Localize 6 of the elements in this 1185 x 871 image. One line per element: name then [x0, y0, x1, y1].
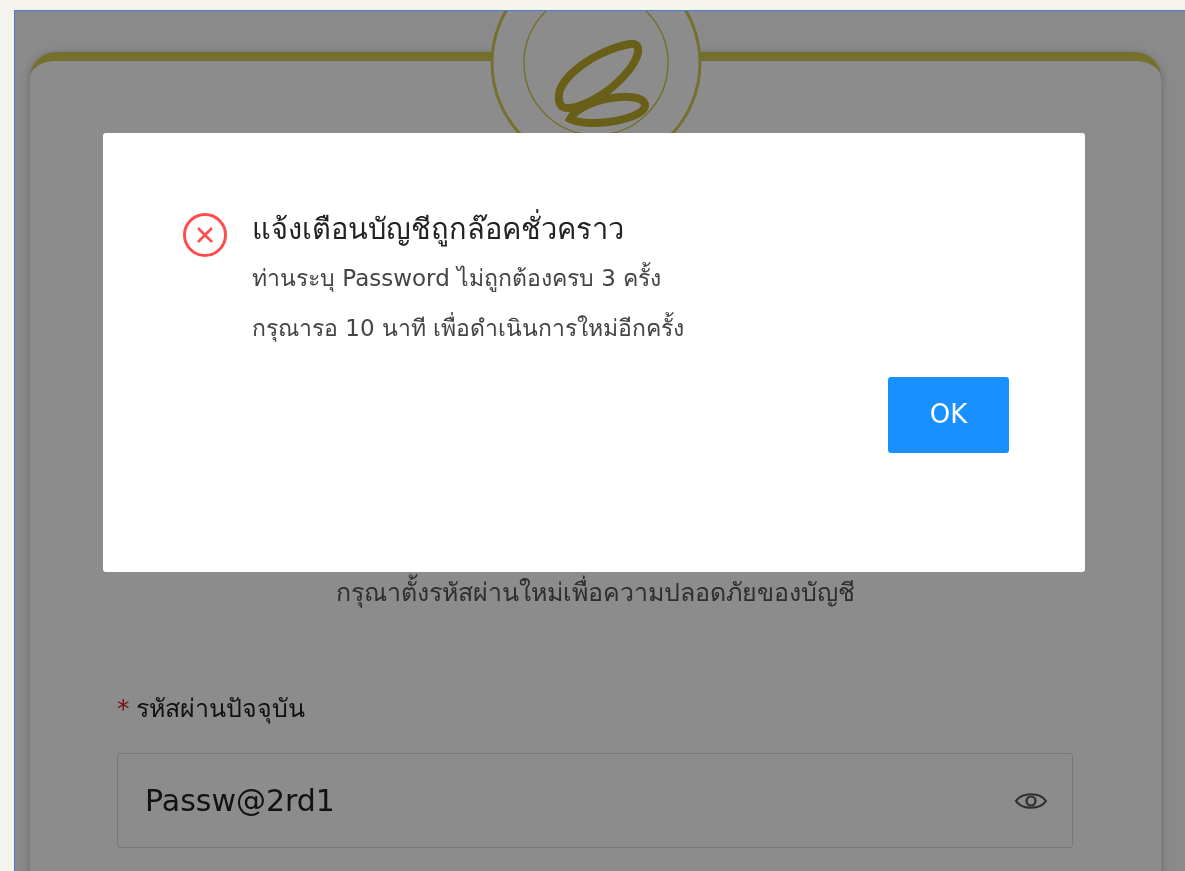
required-mark: * — [117, 692, 130, 725]
subtitle-text: กรุณาตั้งรหัสผ่านใหม่เพื่อความปลอดภัยของบัญชี — [117, 574, 1073, 612]
dialog-message: ท่านระบุ Password ไม่ถูกต้องครบ 3 ครั้ง กรุณารอ 10 นาที เพื่อดำเนินการใหม่อีกครั้ง — [252, 261, 686, 344]
field-label: รหัสผ่านปัจจุบัน — [135, 692, 305, 726]
ok-button[interactable]: OK — [888, 376, 1009, 453]
error-icon — [182, 212, 228, 258]
